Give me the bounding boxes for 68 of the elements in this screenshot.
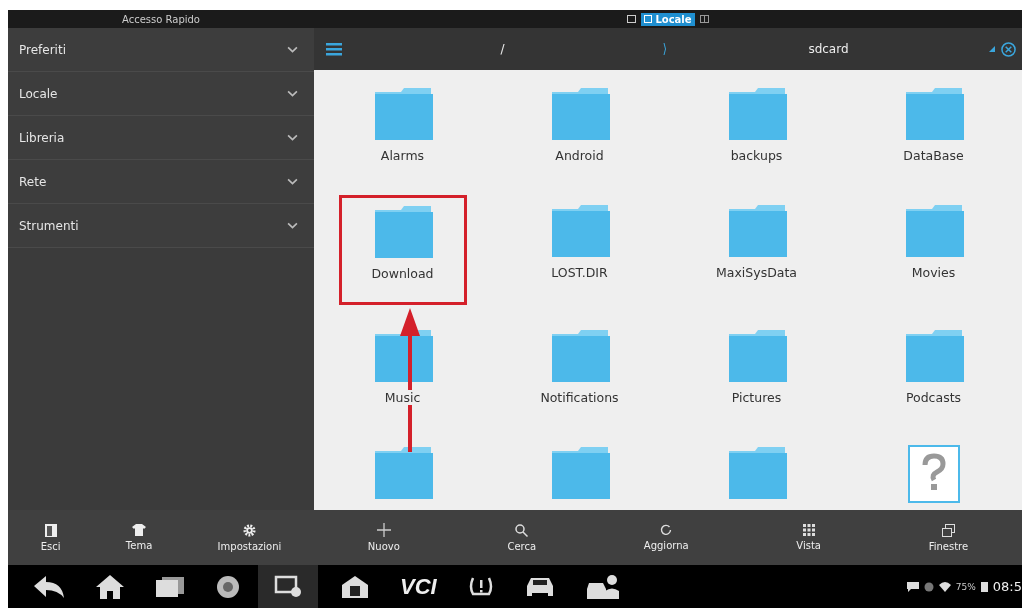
toolbar-button[interactable]: Finestre [924,521,973,554]
maxi-home-icon[interactable] [342,575,368,598]
close-icon[interactable] [1001,41,1016,57]
vci-button[interactable]: VCI [400,573,437,600]
message-icon [906,581,919,592]
screenshot-icon[interactable] [258,565,318,608]
file-name: LOST.DIR [549,265,610,280]
windows-icon [941,523,955,537]
file-name: Notifications [538,390,621,405]
split-window-icon [699,15,709,23]
file-name: DataBase [901,148,966,163]
battery-icon [980,581,988,592]
plus-icon [376,523,391,537]
folder-icon[interactable] [726,203,787,259]
clock: 08:5 [992,579,1022,594]
toolbar-button[interactable]: Cerca [503,521,541,554]
folder-icon[interactable] [372,86,433,142]
door-icon [44,523,57,537]
menu-icon[interactable] [326,42,342,56]
file-name: Android [553,148,606,163]
separator-icon [663,42,668,56]
toolbar-button[interactable]: Vista [792,522,825,553]
folder-icon[interactable] [549,86,610,142]
file-name: Alarms [378,148,427,163]
folder-icon[interactable] [903,86,964,142]
file-name: Music [382,390,423,405]
folder-icon[interactable] [372,204,433,260]
back-icon[interactable] [34,575,64,598]
folder-icon[interactable] [549,328,610,384]
panel-title: Accesso Rapido [122,13,200,25]
search-icon [515,523,529,537]
window-tab[interactable]: Locale [641,12,695,26]
browser-icon[interactable] [216,574,240,599]
corner-icon [989,46,995,52]
toolbar-button[interactable]: Impostazioni [213,521,286,554]
file-name: Movies [909,265,958,280]
battery-level: 75% [955,581,976,592]
folder-icon[interactable] [726,86,787,142]
toolbar-button[interactable]: Tema [121,522,157,553]
toolbar-button[interactable]: Aggiorna [639,522,693,553]
unknown-file-icon[interactable] [907,445,960,503]
folder-icon[interactable] [726,328,787,384]
refresh-icon [660,524,673,536]
grid-icon [802,524,815,536]
file-name: backups [728,148,785,163]
settings-icon [242,523,256,537]
folder-icon[interactable] [549,203,610,259]
wifi-icon [938,581,951,592]
file-name: Pictures [729,390,784,405]
car-icon[interactable] [524,575,555,598]
folder-icon[interactable] [903,203,964,259]
path-segment[interactable]: / [342,42,663,56]
toolbar-button[interactable]: Esci [36,521,65,554]
folder-icon[interactable] [726,445,787,501]
folder-icon[interactable] [372,328,433,384]
file-name: MaxiSysData [714,265,799,280]
tire-pressure-icon[interactable] [468,575,493,598]
home-icon[interactable] [96,574,124,599]
folder-icon[interactable] [549,445,610,501]
recents-icon[interactable] [156,576,184,597]
path-segment[interactable]: sdcard [668,42,989,56]
car-service-icon[interactable] [586,574,621,599]
toolbar-button[interactable]: Nuovo [363,521,404,554]
folder-icon[interactable] [372,445,433,501]
shirt-icon [132,524,147,536]
file-name: Download [369,266,436,281]
tab-label: Locale [655,13,692,25]
folder-icon[interactable] [903,328,964,384]
